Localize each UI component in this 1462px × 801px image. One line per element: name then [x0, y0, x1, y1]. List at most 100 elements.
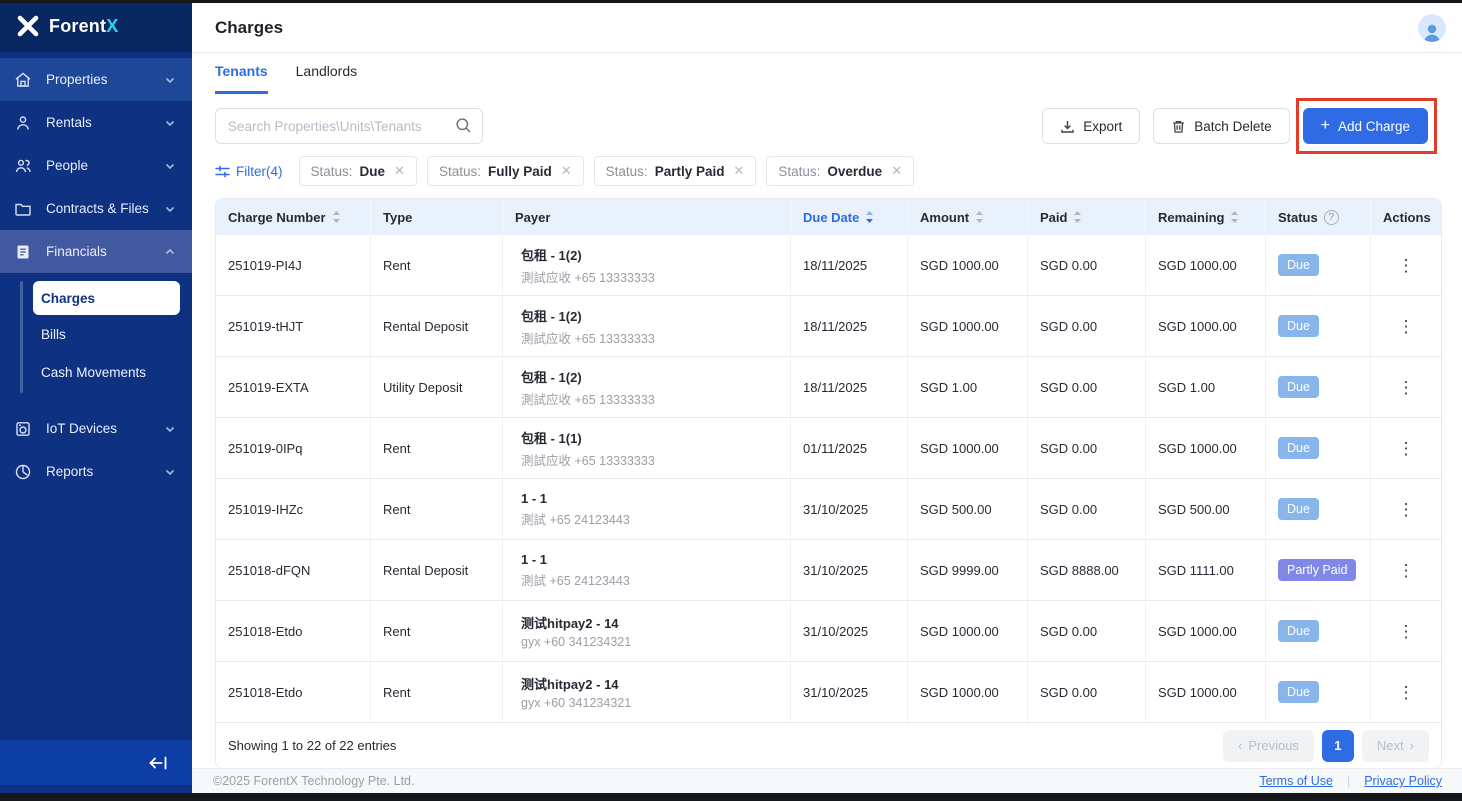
column-label: Amount	[920, 210, 969, 225]
cell-amount: SGD 9999.00	[908, 540, 1028, 600]
sidebar-subitem-cash-movements[interactable]: Cash Movements	[33, 357, 180, 387]
sidebar-item-rentals[interactable]: Rentals	[0, 101, 192, 144]
cell-paid: SGD 0.00	[1028, 357, 1146, 417]
column-label: Paid	[1040, 210, 1067, 225]
kebab-menu-icon[interactable]: ⋮	[1398, 257, 1415, 274]
kebab-menu-icon[interactable]: ⋮	[1398, 501, 1415, 518]
column-header-due-date[interactable]: Due Date	[791, 199, 908, 235]
table-row[interactable]: 251018-Etdo Rent 测试hitpay2 - 14 gyx +60 …	[216, 661, 1441, 722]
column-header-status: Status ?	[1266, 199, 1371, 235]
sidebar-item-reports[interactable]: Reports	[0, 450, 192, 493]
add-charge-button[interactable]: + Add Charge	[1303, 108, 1428, 144]
cell-due-date: 31/10/2025	[791, 601, 908, 661]
sort-icon-active	[865, 210, 874, 224]
column-header-amount[interactable]: Amount	[908, 199, 1028, 235]
user-avatar[interactable]	[1418, 14, 1446, 42]
main-content: Charges Tenants Landlords Export Batch D…	[192, 3, 1462, 793]
table-row[interactable]: 251019-tHJT Rental Deposit 包租 - 1(2) 測試应…	[216, 295, 1441, 356]
next-page-button[interactable]: Next ›	[1362, 730, 1429, 762]
cell-status: Partly Paid	[1266, 540, 1371, 600]
kebab-menu-icon[interactable]: ⋮	[1398, 379, 1415, 396]
table-row[interactable]: 251018-Etdo Rent 测试hitpay2 - 14 gyx +60 …	[216, 600, 1441, 661]
close-icon[interactable]: ✕	[561, 163, 572, 179]
batch-delete-button[interactable]: Batch Delete	[1153, 108, 1289, 144]
tab-landlords[interactable]: Landlords	[296, 63, 358, 94]
filter-chip[interactable]: Status: Fully Paid ✕	[427, 156, 584, 186]
column-label: Charge Number	[228, 210, 326, 225]
status-badge: Due	[1278, 254, 1319, 276]
payer-contact: 測試应收 +65 13333333	[521, 389, 655, 408]
sidebar-item-iot-devices[interactable]: IoT Devices	[0, 407, 192, 450]
chevron-down-icon	[164, 117, 176, 129]
search-icon[interactable]	[455, 117, 472, 134]
cell-paid: SGD 0.00	[1028, 662, 1146, 722]
brand-logo[interactable]: ForentX	[0, 0, 192, 52]
chip-prefix: Status:	[311, 164, 353, 179]
close-icon[interactable]: ✕	[394, 163, 405, 179]
status-badge: Partly Paid	[1278, 559, 1356, 581]
cell-remaining: SGD 500.00	[1146, 479, 1266, 539]
sidebar-subitem-charges[interactable]: Charges	[33, 281, 180, 315]
cell-status: Due	[1266, 296, 1371, 356]
tab-tenants[interactable]: Tenants	[215, 63, 268, 94]
search-box	[215, 108, 483, 144]
table-row[interactable]: 251019-0IPq Rent 包租 - 1(1) 測試应收 +65 1333…	[216, 417, 1441, 478]
cell-payer: 1 - 1 測試 +65 24123443	[503, 479, 791, 539]
chip-prefix: Status:	[439, 164, 481, 179]
kebab-menu-icon[interactable]: ⋮	[1398, 562, 1415, 579]
column-header-actions: Actions	[1371, 199, 1442, 235]
previous-page-button[interactable]: ‹ Previous	[1223, 730, 1314, 762]
terms-of-use-link[interactable]: Terms of Use	[1259, 774, 1333, 788]
page-footer: ©2025 ForentX Technology Pte. Ltd. Terms…	[192, 768, 1462, 793]
status-badge: Due	[1278, 315, 1319, 337]
payer-contact: 測試 +65 24123443	[521, 509, 630, 528]
sidebar-item-financials[interactable]: Financials	[0, 230, 192, 273]
privacy-policy-link[interactable]: Privacy Policy	[1364, 774, 1442, 788]
column-header-remaining[interactable]: Remaining	[1146, 199, 1266, 235]
sidebar-item-properties[interactable]: Properties	[0, 58, 192, 101]
cell-due-date: 31/10/2025	[791, 479, 908, 539]
close-icon[interactable]: ✕	[891, 163, 902, 179]
export-button[interactable]: Export	[1042, 108, 1140, 144]
pager: ‹ Previous 1 Next ›	[1223, 730, 1429, 762]
cell-due-date: 18/11/2025	[791, 296, 908, 356]
kebab-menu-icon[interactable]: ⋮	[1398, 623, 1415, 640]
cell-amount: SGD 1000.00	[908, 235, 1028, 295]
cell-amount: SGD 1000.00	[908, 662, 1028, 722]
column-label: Type	[383, 210, 412, 225]
collapse-sidebar-icon[interactable]	[148, 754, 170, 772]
sidebar-item-contracts-files[interactable]: Contracts & Files	[0, 187, 192, 230]
sidebar-item-people[interactable]: People	[0, 144, 192, 187]
search-input[interactable]	[215, 108, 483, 144]
column-header-paid[interactable]: Paid	[1028, 199, 1146, 235]
column-header-type: Type	[371, 199, 503, 235]
close-icon[interactable]: ✕	[733, 163, 744, 179]
kebab-menu-icon[interactable]: ⋮	[1398, 318, 1415, 335]
column-header-charge-number[interactable]: Charge Number	[216, 199, 371, 235]
kebab-menu-icon[interactable]: ⋮	[1398, 684, 1415, 701]
toolbar: Export Batch Delete + Add Charge	[192, 108, 1462, 144]
filter-row: Filter(4) Status: Due ✕ Status: Fully Pa…	[192, 156, 1462, 186]
cell-payer: 包租 - 1(2) 測試应收 +65 13333333	[503, 235, 791, 295]
document-icon	[14, 243, 32, 261]
table-row[interactable]: 251019-EXTA Utility Deposit 包租 - 1(2) 測試…	[216, 356, 1441, 417]
page-1-button[interactable]: 1	[1322, 730, 1354, 762]
filter-button[interactable]: Filter(4)	[215, 164, 283, 179]
chevron-down-icon	[164, 466, 176, 478]
payer-name: 测试hitpay2 - 14	[521, 613, 619, 632]
filter-chip[interactable]: Status: Overdue ✕	[766, 156, 914, 186]
filter-chip[interactable]: Status: Due ✕	[299, 156, 417, 186]
cell-remaining: SGD 1.00	[1146, 357, 1266, 417]
sidebar-subitem-bills[interactable]: Bills	[33, 319, 180, 349]
table-row[interactable]: 251018-dFQN Rental Deposit 1 - 1 測試 +65 …	[216, 539, 1441, 600]
payer-contact: 測試应收 +65 13333333	[521, 450, 655, 469]
help-icon[interactable]: ?	[1324, 210, 1339, 225]
batch-delete-label: Batch Delete	[1194, 119, 1271, 134]
kebab-menu-icon[interactable]: ⋮	[1398, 440, 1415, 457]
payer-name: 1 - 1	[521, 552, 547, 567]
table-row[interactable]: 251019-PI4J Rent 包租 - 1(2) 測試应收 +65 1333…	[216, 235, 1441, 295]
chip-value: Fully Paid	[488, 164, 552, 179]
filter-chip[interactable]: Status: Partly Paid ✕	[594, 156, 757, 186]
cell-payer: 1 - 1 測試 +65 24123443	[503, 540, 791, 600]
table-row[interactable]: 251019-IHZc Rent 1 - 1 測試 +65 24123443 3…	[216, 478, 1441, 539]
